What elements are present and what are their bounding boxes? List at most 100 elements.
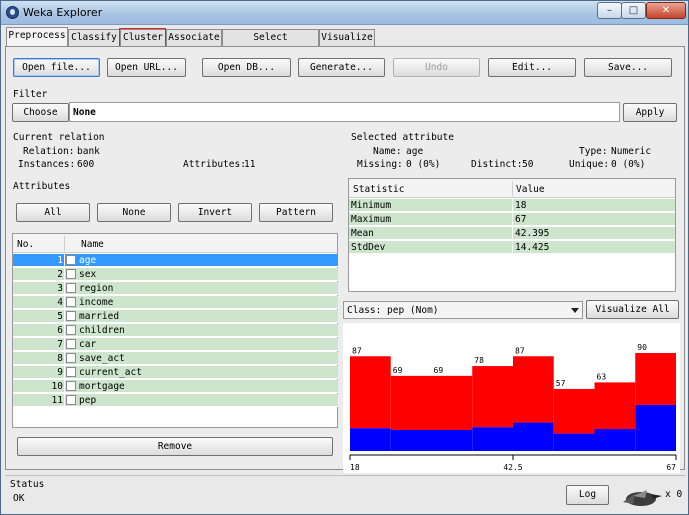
attribute-name: current_act <box>79 367 142 378</box>
name-label: Name: <box>373 146 402 157</box>
attribute-name: mortgage <box>79 381 125 392</box>
tab-classify[interactable]: Classify <box>68 29 120 46</box>
histogram-bar-red <box>553 388 595 434</box>
histogram-bar-blue <box>431 429 473 451</box>
edit-button[interactable]: Edit... <box>488 58 576 77</box>
maximize-button[interactable]: □ <box>621 2 646 19</box>
attribute-name: sex <box>79 269 97 280</box>
attribute-row[interactable]: 6 children <box>13 324 338 337</box>
statistic-row: Mean 42.395 <box>349 227 675 240</box>
statistic-value: 67 <box>515 214 527 225</box>
attribute-row[interactable]: 9 current_act <box>13 366 338 379</box>
title-bar: Weka Explorer – □ ✕ <box>1 1 688 25</box>
statistic-value: 42.395 <box>515 228 550 239</box>
attribute-row[interactable]: 1 age <box>13 254 338 267</box>
histogram-x-tick-label: 18 <box>350 463 360 472</box>
attributes-section-title: Attributes <box>13 181 71 192</box>
attribute-checkbox[interactable] <box>66 269 76 279</box>
attribute-row[interactable]: 5 married <box>13 310 338 323</box>
attribute-checkbox[interactable] <box>66 353 76 363</box>
attribute-checkbox[interactable] <box>66 395 76 405</box>
histogram-count-label: 90 <box>637 343 647 352</box>
histogram-bar-red <box>635 353 676 405</box>
attribute-row[interactable]: 10 mortgage <box>13 380 338 393</box>
histogram-bar-red <box>594 382 636 430</box>
col-statistic-header: Statistic <box>353 184 405 195</box>
invert-selection-button[interactable]: Invert <box>178 203 252 222</box>
generate-button[interactable]: Generate... <box>298 58 385 77</box>
statistic-name: Minimum <box>351 200 392 211</box>
attribute-row[interactable]: 11 pep <box>13 394 338 407</box>
choose-filter-button[interactable]: Choose <box>12 103 69 122</box>
weka-explorer-window: Weka Explorer – □ ✕ Preprocess Classify … <box>0 0 689 515</box>
statistics-list: Minimum 18 Maximum 67 Mean 42.395 StdDev 14.425 <box>349 199 675 259</box>
visualize-all-button[interactable]: Visualize All <box>586 300 679 319</box>
tab-preprocess[interactable]: Preprocess <box>6 27 68 47</box>
attribute-number: 1 <box>57 255 63 266</box>
tab-select-attributes[interactable]: Select attributes <box>222 29 319 59</box>
attribute-number: 2 <box>57 269 63 280</box>
class-selector-value: Class: pep (Nom) <box>347 305 439 316</box>
class-selector[interactable]: Class: pep (Nom) <box>343 301 583 319</box>
attribute-checkbox[interactable] <box>66 255 76 265</box>
attributes-list: 1 age 2 sex 3 region 4 income 5 married 6 children 7… <box>13 254 338 414</box>
col-value-header: Value <box>516 184 545 195</box>
attributes-table-header: No. Name <box>13 234 337 253</box>
name-value: age <box>406 146 424 157</box>
log-button[interactable]: Log <box>566 485 609 505</box>
weka-bird-icon <box>6 6 19 19</box>
instances-label: Instances: <box>18 159 76 170</box>
attribute-number: 11 <box>51 395 63 406</box>
type-label: Type: <box>579 146 608 157</box>
histogram-bar-blue <box>513 422 554 451</box>
unique-value: 0 (0%) <box>611 159 646 170</box>
apply-filter-button[interactable]: Apply <box>623 103 677 122</box>
attribute-checkbox[interactable] <box>66 339 76 349</box>
attribute-checkbox[interactable] <box>66 381 76 391</box>
histogram-bar-red <box>431 375 473 430</box>
attribute-row[interactable]: 2 sex <box>13 268 338 281</box>
type-value: Numeric <box>611 146 652 157</box>
attribute-checkbox[interactable] <box>66 325 76 335</box>
open-db-button[interactable]: Open DB... <box>202 58 291 77</box>
weka-bird-icon <box>623 490 662 506</box>
distinct-label: Distinct: <box>471 159 523 170</box>
attribute-row[interactable]: 7 car <box>13 338 338 351</box>
attribute-checkbox[interactable] <box>66 367 76 377</box>
histogram-count-label: 87 <box>352 346 362 355</box>
tab-visualize[interactable]: Visualize <box>319 29 375 46</box>
remove-button[interactable]: Remove <box>17 437 333 456</box>
histogram-count-label: 57 <box>556 379 566 388</box>
attribute-row[interactable]: 8 save_act <box>13 352 338 365</box>
pattern-button[interactable]: Pattern <box>259 203 333 222</box>
select-none-button[interactable]: None <box>97 203 171 222</box>
statistic-name: StdDev <box>351 242 386 253</box>
undo-button[interactable]: Undo <box>393 58 480 77</box>
cluster-tab-highlight <box>119 28 166 48</box>
filter-section-title: Filter <box>13 89 48 100</box>
attribute-checkbox[interactable] <box>66 283 76 293</box>
tab-associate[interactable]: Associate <box>166 29 222 46</box>
attribute-name: age <box>79 255 97 266</box>
save-button[interactable]: Save... <box>584 58 672 77</box>
attribute-checkbox[interactable] <box>66 297 76 307</box>
attribute-name: children <box>79 325 125 336</box>
status-message: OK <box>13 493 25 504</box>
select-all-button[interactable]: All <box>16 203 90 222</box>
close-button[interactable]: ✕ <box>646 2 686 19</box>
attribute-number: 6 <box>57 325 63 336</box>
attribute-number: 7 <box>57 339 63 350</box>
attribute-number: 5 <box>57 311 63 322</box>
filter-field[interactable]: None <box>69 102 620 122</box>
relation-label: Relation: <box>23 146 75 157</box>
statistic-name: Maximum <box>351 214 392 225</box>
statistic-name: Mean <box>351 228 374 239</box>
attribute-checkbox[interactable] <box>66 311 76 321</box>
minimize-button[interactable]: – <box>597 2 622 19</box>
unique-label: Unique: <box>569 159 610 170</box>
open-file-button[interactable]: Open file... <box>13 58 100 77</box>
attribute-row[interactable]: 4 income <box>13 296 338 309</box>
attribute-row[interactable]: 3 region <box>13 282 338 295</box>
open-url-button[interactable]: Open URL... <box>107 58 186 77</box>
histogram-bar-blue <box>553 433 595 451</box>
